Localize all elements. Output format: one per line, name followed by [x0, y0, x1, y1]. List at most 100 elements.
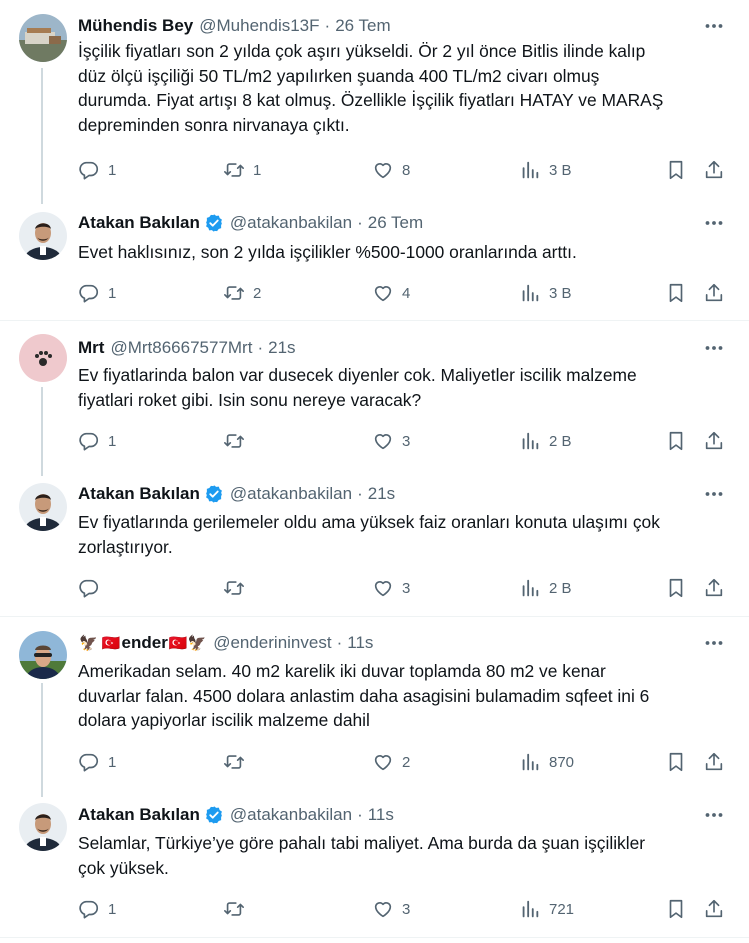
more-options-button[interactable] — [703, 804, 725, 826]
user-handle[interactable]: @atakanbakilan — [230, 484, 352, 504]
separator-dot: · — [357, 213, 363, 232]
more-icon — [705, 346, 723, 350]
bookmark-button[interactable] — [665, 281, 687, 305]
timestamp[interactable]: 11s — [347, 633, 373, 653]
more-options-button[interactable] — [703, 483, 725, 505]
retweet-button[interactable] — [223, 429, 253, 453]
user-handle[interactable]: @atakanbakilan — [230, 805, 352, 825]
views-button[interactable]: 721 — [519, 897, 574, 921]
avatar[interactable] — [19, 212, 67, 260]
bookmark-icon — [669, 431, 683, 451]
timestamp[interactable]: 21s — [268, 338, 295, 358]
share-button[interactable] — [703, 158, 725, 182]
tweet[interactable]: Mühendis Bey @Muhendis13F · 26 Tem İşçil… — [0, 0, 749, 204]
avatar[interactable] — [19, 483, 67, 531]
user-handle[interactable]: @Mrt86667577Mrt — [110, 338, 252, 358]
share-icon — [705, 752, 723, 771]
like-count: 8 — [402, 161, 411, 179]
tweet[interactable]: Atakan Bakılan @atakanbakilan · 11s Sela… — [0, 787, 749, 937]
avatar[interactable] — [19, 334, 67, 382]
view-count: 2 B — [549, 579, 572, 597]
tweet-text: Amerikadan selam. 40 m2 karelik iki duva… — [78, 661, 650, 731]
retweet-button[interactable] — [223, 897, 253, 921]
bookmark-icon — [669, 578, 683, 598]
views-button[interactable]: 2 B — [519, 429, 572, 453]
reply-icon — [79, 753, 99, 772]
views-button[interactable]: 2 B — [519, 576, 572, 600]
tweet[interactable]: 🦅 🇹🇷 ender 🇹🇷🦅 @enderininvest · 11s Amer… — [0, 617, 749, 797]
display-name[interactable]: Atakan Bakılan — [78, 484, 200, 504]
display-name[interactable]: Mühendis Bey — [78, 16, 193, 36]
retweet-icon — [224, 434, 244, 448]
heart-icon — [374, 755, 392, 771]
retweet-button[interactable]: 2 — [223, 281, 261, 305]
like-count: 2 — [402, 753, 411, 771]
view-count: 3 B — [549, 284, 572, 302]
tweet[interactable]: Atakan Bakılan @atakanbakilan · 21s Ev f… — [0, 466, 749, 616]
more-icon — [705, 641, 723, 645]
tweet[interactable]: Mrt @Mrt86667577Mrt · 21s Ev fiyatlarind… — [0, 321, 749, 476]
tweet[interactable]: Atakan Bakılan @atakanbakilan · 26 Tem E… — [0, 195, 749, 320]
timestamp[interactable]: 21s — [368, 484, 395, 504]
tweet-header: Atakan Bakılan @atakanbakilan · 21s — [78, 483, 395, 505]
share-button[interactable] — [703, 576, 725, 600]
retweet-button[interactable] — [223, 750, 253, 774]
share-icon — [705, 160, 723, 179]
reply-button[interactable]: 1 — [78, 897, 116, 921]
reply-button[interactable] — [78, 576, 108, 600]
user-handle[interactable]: @atakanbakilan — [230, 213, 352, 233]
display-name[interactable]: Atakan Bakılan — [78, 805, 200, 825]
more-options-button[interactable] — [703, 337, 725, 359]
bookmark-button[interactable] — [665, 576, 687, 600]
tweet-header: Mrt @Mrt86667577Mrt · 21s — [78, 337, 296, 359]
retweet-icon — [224, 286, 244, 300]
avatar[interactable] — [19, 14, 67, 62]
tweet-header: 🦅 🇹🇷 ender 🇹🇷🦅 @enderininvest · 11s — [78, 632, 373, 654]
bookmark-button[interactable] — [665, 897, 687, 921]
more-options-button[interactable] — [703, 632, 725, 654]
more-options-button[interactable] — [703, 15, 725, 37]
bookmark-button[interactable] — [665, 750, 687, 774]
like-button[interactable]: 3 — [372, 429, 410, 453]
display-name[interactable]: ender — [122, 633, 168, 653]
like-button[interactable]: 3 — [372, 576, 410, 600]
share-button[interactable] — [703, 750, 725, 774]
retweet-button[interactable]: 1 — [223, 158, 261, 182]
more-options-button[interactable] — [703, 212, 725, 234]
share-button[interactable] — [703, 429, 725, 453]
bookmark-button[interactable] — [665, 429, 687, 453]
user-handle[interactable]: @Muhendis13F — [199, 16, 319, 36]
share-button[interactable] — [703, 281, 725, 305]
views-button[interactable]: 3 B — [519, 158, 572, 182]
views-button[interactable]: 870 — [519, 750, 574, 774]
display-name[interactable]: Atakan Bakılan — [78, 213, 200, 233]
bookmark-button[interactable] — [665, 158, 687, 182]
reply-count: 1 — [108, 161, 117, 179]
name-prefix-emoji: 🦅 🇹🇷 — [79, 635, 121, 652]
avatar[interactable] — [19, 803, 67, 851]
timestamp[interactable]: 26 Tem — [368, 213, 423, 233]
timestamp[interactable]: 26 Tem — [335, 16, 390, 36]
display-name[interactable]: Mrt — [78, 338, 104, 358]
timestamp[interactable]: 11s — [368, 805, 394, 825]
reply-button[interactable]: 1 — [78, 750, 116, 774]
views-button[interactable]: 3 B — [519, 281, 572, 305]
verified-badge-icon — [204, 213, 224, 233]
reply-button[interactable]: 1 — [78, 429, 116, 453]
like-button[interactable]: 8 — [372, 158, 410, 182]
share-button[interactable] — [703, 897, 725, 921]
reply-button[interactable]: 1 — [78, 281, 116, 305]
retweet-count: 2 — [253, 284, 262, 302]
like-button[interactable]: 3 — [372, 897, 410, 921]
heart-icon — [374, 163, 392, 179]
thread-line — [41, 683, 43, 797]
heart-icon — [374, 286, 392, 302]
like-button[interactable]: 2 — [372, 750, 410, 774]
retweet-button[interactable] — [223, 576, 253, 600]
thread-line — [41, 387, 43, 476]
reply-button[interactable]: 1 — [78, 158, 116, 182]
like-button[interactable]: 4 — [372, 281, 410, 305]
user-handle[interactable]: @enderininvest — [213, 633, 331, 653]
avatar[interactable] — [19, 631, 67, 679]
view-count: 721 — [549, 900, 575, 918]
